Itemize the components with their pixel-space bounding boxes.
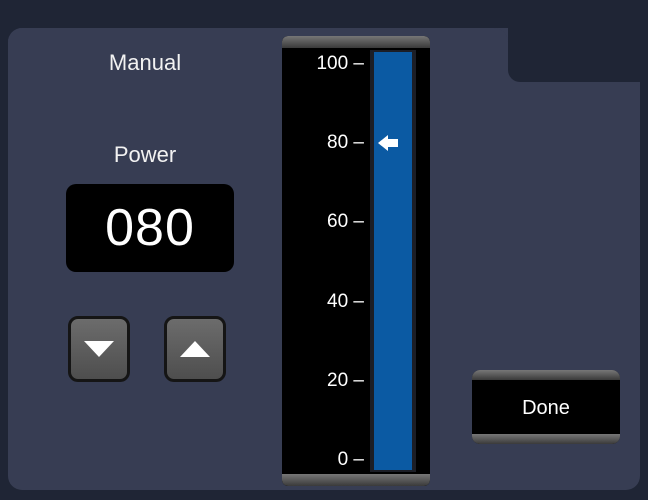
gauge-tick-0: 0 – — [337, 449, 364, 470]
power-label: Power — [113, 142, 177, 167]
gauge-tick-40: 40 – — [327, 290, 364, 312]
done-button[interactable]: Done — [472, 370, 620, 444]
power-up-button[interactable] — [164, 316, 226, 382]
power-down-button[interactable] — [68, 316, 130, 382]
gauge-tick-20: 20 – — [327, 369, 364, 391]
arrow-left-icon[interactable] — [374, 133, 412, 153]
gauge-cap-bottom — [282, 474, 430, 486]
done-label: Done — [522, 397, 570, 419]
triangle-up-icon — [180, 341, 210, 357]
gauge-cap-top — [282, 36, 430, 48]
power-value-display: 080 — [66, 184, 234, 272]
gauge-tick-60: 60 – — [327, 211, 364, 233]
mode-label: Manual — [108, 50, 182, 75]
power-gauge[interactable]: 100 – 80 – 60 – 40 – 20 – 0 – — [282, 36, 430, 486]
panel-notch — [508, 28, 640, 82]
done-cap-bottom — [472, 434, 620, 444]
gauge-fill — [374, 52, 412, 470]
panel-tab — [8, 28, 508, 88]
triangle-down-icon — [84, 341, 114, 357]
gauge-tick-80: 80 – — [327, 132, 364, 154]
gauge-tick-100: 100 – — [316, 53, 364, 74]
